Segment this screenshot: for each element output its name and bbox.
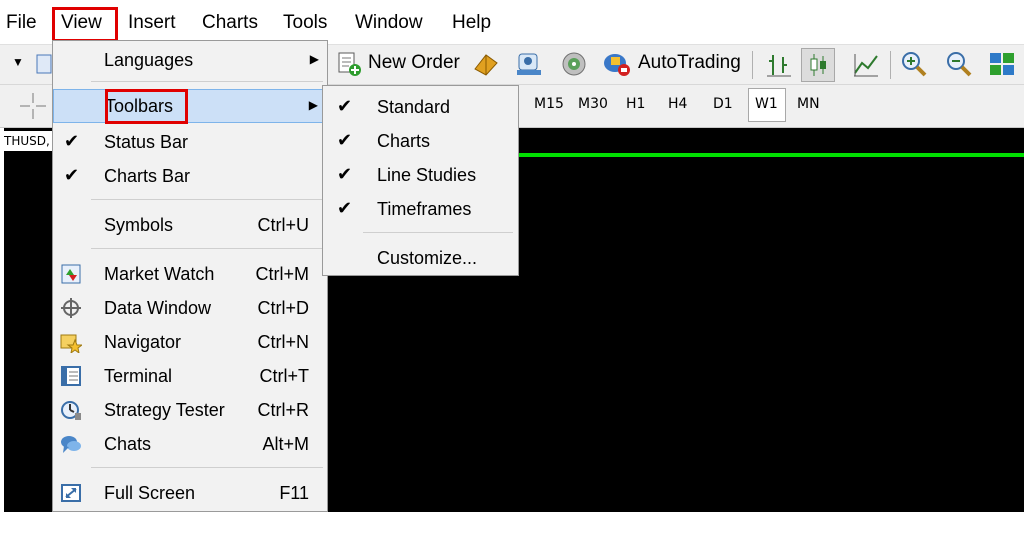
- menu-item-label: Strategy Tester: [104, 400, 225, 420]
- new-order-label[interactable]: New Order: [368, 51, 460, 75]
- menu-file[interactable]: File: [6, 10, 37, 36]
- menu-help[interactable]: Help: [452, 10, 491, 36]
- checkmark-icon: ✔: [337, 164, 353, 184]
- autotrading-icon[interactable]: [602, 50, 632, 78]
- signals-icon[interactable]: [515, 50, 543, 78]
- submenu-item-customize[interactable]: Customize...: [323, 241, 518, 275]
- toolbars-submenu: ✔ Standard ✔ Charts ✔ Line Studies ✔ Tim…: [322, 85, 519, 276]
- menu-item-label: Navigator: [104, 332, 182, 352]
- submenu-item-timeframes[interactable]: ✔ Timeframes: [323, 192, 518, 226]
- terminal-icon: [61, 366, 81, 386]
- menu-separator: [91, 199, 323, 200]
- menu-item-shortcut: Ctrl+U: [257, 215, 309, 235]
- submenu-item-charts[interactable]: ✔ Charts: [323, 124, 518, 158]
- full-screen-icon: [61, 484, 81, 502]
- menu-item-label: Market Watch: [104, 264, 215, 284]
- menu-item-shortcut: Alt+M: [262, 434, 309, 454]
- autotrading-label[interactable]: AutoTrading: [638, 51, 741, 75]
- toolbar-separator: [752, 51, 753, 79]
- timeframe-m30[interactable]: M30: [578, 94, 608, 114]
- menu-item-shortcut: Ctrl+M: [255, 264, 310, 284]
- dropdown-arrow-icon[interactable]: ▼: [12, 55, 24, 69]
- menu-item-shortcut: Ctrl+N: [257, 332, 309, 352]
- menu-item-navigator[interactable]: Navigator Ctrl+N: [53, 325, 327, 359]
- menu-item-chats[interactable]: Chats Alt+M: [53, 427, 327, 461]
- menu-separator: [363, 232, 513, 233]
- menu-window[interactable]: Window: [355, 10, 423, 36]
- menu-item-shortcut: Ctrl+D: [257, 298, 309, 318]
- checkmark-icon: ✔: [64, 131, 80, 151]
- candlestick-icon: [810, 54, 826, 76]
- tile-windows-icon[interactable]: [988, 51, 1016, 77]
- menu-item-label: Chats: [104, 434, 152, 454]
- timeframe-h1[interactable]: H1: [626, 94, 645, 114]
- view-menu: Languages ▶ Toolbars ▶ ✔ Status Bar ✔ Ch…: [52, 40, 328, 512]
- menu-item-shortcut: Ctrl+R: [257, 400, 309, 420]
- submenu-arrow-icon: ▶: [309, 52, 319, 66]
- checkmark-icon: ✔: [64, 165, 80, 185]
- zoom-out-icon[interactable]: [945, 50, 973, 78]
- crosshair-icon[interactable]: [18, 91, 48, 121]
- menu-item-label: Status Bar: [104, 132, 189, 152]
- menu-item-status-bar[interactable]: ✔ Status Bar: [53, 125, 327, 159]
- checkmark-icon: ✔: [337, 198, 353, 218]
- menu-item-label: Symbols: [104, 215, 174, 235]
- view-highlight-box: [52, 7, 118, 42]
- metaeditor-icon[interactable]: [472, 51, 500, 77]
- candlestick-button[interactable]: [801, 48, 835, 82]
- menu-item-data-window[interactable]: Data Window Ctrl+D: [53, 291, 327, 325]
- market-watch-icon: [61, 264, 81, 284]
- navigator-icon: [60, 334, 82, 353]
- data-window-icon: [61, 298, 81, 318]
- submenu-item-label: Charts: [377, 131, 431, 151]
- zoom-in-icon[interactable]: [900, 50, 928, 78]
- submenu-item-line-studies[interactable]: ✔ Line Studies: [323, 158, 518, 192]
- toolbars-highlight-box: [105, 89, 188, 124]
- menu-tools[interactable]: Tools: [283, 10, 327, 36]
- menu-separator: [91, 81, 323, 82]
- menu-item-label: Terminal: [104, 366, 173, 386]
- checkmark-icon: ✔: [337, 96, 353, 116]
- timeframe-h4[interactable]: H4: [668, 94, 687, 114]
- menu-item-label: Charts Bar: [104, 166, 191, 186]
- menu-item-label: Full Screen: [104, 483, 196, 503]
- menu-item-market-watch[interactable]: Market Watch Ctrl+M: [53, 257, 327, 291]
- market-icon[interactable]: [560, 50, 588, 78]
- menu-item-label: Data Window: [104, 298, 212, 318]
- checkmark-icon: ✔: [337, 130, 353, 150]
- submenu-item-label: Line Studies: [377, 165, 477, 185]
- submenu-item-label: Customize...: [377, 248, 478, 268]
- menu-item-full-screen[interactable]: Full Screen F11: [53, 476, 327, 510]
- menu-item-symbols[interactable]: Symbols Ctrl+U: [53, 208, 327, 242]
- submenu-item-label: Timeframes: [377, 199, 472, 219]
- timeframe-w1[interactable]: W1: [755, 94, 778, 114]
- bar-chart-icon[interactable]: [765, 51, 793, 79]
- timeframe-mn[interactable]: MN: [797, 94, 820, 114]
- submenu-item-label: Standard: [377, 97, 451, 117]
- menu-item-languages[interactable]: Languages ▶: [53, 43, 327, 77]
- menu-item-toolbars[interactable]: Toolbars ▶: [53, 89, 327, 123]
- chart-symbol-label: THUSD,: [4, 131, 54, 151]
- submenu-item-standard[interactable]: ✔ Standard: [323, 90, 518, 124]
- timeframe-m15[interactable]: M15: [534, 94, 564, 114]
- menu-bar: File View Insert Charts Tools Window Hel…: [0, 0, 1024, 44]
- menu-item-shortcut: Ctrl+T: [259, 366, 310, 386]
- strategy-tester-icon: [61, 401, 81, 420]
- menu-charts[interactable]: Charts: [202, 10, 258, 36]
- menu-item-shortcut: F11: [279, 483, 309, 503]
- menu-separator: [91, 248, 323, 249]
- toolbar-separator: [890, 51, 891, 79]
- line-chart-icon[interactable]: [852, 51, 880, 79]
- menu-item-label: Languages: [104, 50, 194, 70]
- submenu-arrow-icon: ▶: [308, 98, 318, 112]
- menu-item-charts-bar[interactable]: ✔ Charts Bar: [53, 159, 327, 193]
- timeframe-d1[interactable]: D1: [713, 94, 733, 114]
- chats-icon: [61, 436, 81, 453]
- menu-item-strategy-tester[interactable]: Strategy Tester Ctrl+R: [53, 393, 327, 427]
- menu-item-terminal[interactable]: Terminal Ctrl+T: [53, 359, 327, 393]
- menu-insert[interactable]: Insert: [128, 10, 176, 36]
- menu-separator: [91, 467, 323, 468]
- new-order-icon[interactable]: [336, 51, 362, 77]
- new-chart-icon[interactable]: [36, 53, 52, 75]
